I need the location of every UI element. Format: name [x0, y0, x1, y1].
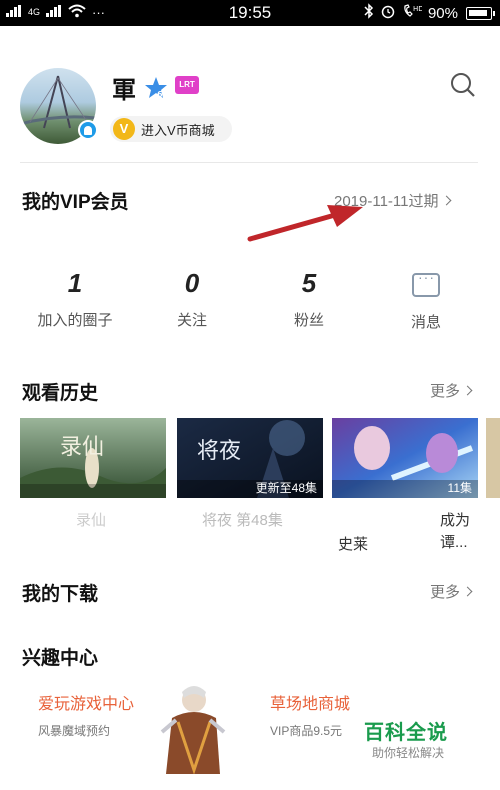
interest-item-game-center[interactable]: 爱玩游戏中心 风暴魔域预约: [38, 690, 134, 739]
divider: [20, 162, 478, 163]
history-list: 录仙 将夜 更新至48集 11集 录仙 将夜 第48集 史莱 成为 谭...: [20, 418, 500, 558]
stat-fans[interactable]: 5 粉丝: [264, 268, 354, 330]
stat-value: 5: [301, 268, 317, 298]
interest-item-subtitle: 风暴魔域预约: [38, 724, 111, 738]
vcoin-store-label: 进入V币商城: [141, 122, 215, 138]
history-item[interactable]: 11集: [332, 418, 478, 498]
chevron-right-icon: [441, 195, 451, 206]
status-bar: 4G ··· 19:55 HD 90%: [0, 0, 500, 26]
episode-label: 11集: [447, 481, 472, 495]
history-item[interactable]: [486, 418, 500, 498]
stat-label: 关注: [176, 312, 207, 329]
interest-item-mall[interactable]: 草场地商城 VIP商品9.5元: [270, 690, 350, 739]
game-hero-image[interactable]: [158, 682, 228, 774]
level-badge[interactable]: LRT: [175, 76, 199, 94]
chevron-right-icon: [462, 385, 473, 396]
hd-call-icon: HD: [402, 3, 424, 23]
search-icon[interactable]: [450, 72, 476, 98]
watermark-logo: 百科全说 助你轻松解决: [354, 700, 466, 762]
username[interactable]: 軍: [112, 70, 136, 105]
vip-title: 我的VIP会员: [22, 192, 129, 213]
downloads-title: 我的下载: [22, 584, 99, 605]
history-item[interactable]: 将夜 更新至48集: [177, 418, 323, 498]
stat-following[interactable]: 0 关注: [147, 268, 237, 330]
watermark-title: 百科全说: [364, 722, 448, 744]
svg-text:HD: HD: [413, 5, 422, 13]
svg-text:将夜: 将夜: [197, 439, 241, 464]
svg-text:录仙: 录仙: [60, 435, 104, 460]
stat-label: 加入的圈子: [37, 312, 113, 329]
history-more-link[interactable]: 更多: [430, 380, 473, 401]
vcoin-icon: V: [113, 118, 135, 140]
battery-percent: 90%: [427, 4, 458, 22]
history-item-title: 史莱: [338, 536, 369, 553]
star-level-icon[interactable]: 6: [144, 76, 168, 100]
annotation-arrow: [247, 205, 363, 242]
watermark-subtitle: 助你轻松解决: [372, 746, 445, 760]
history-item-title: 将夜 第48集: [202, 512, 283, 529]
battery-icon: [466, 6, 495, 20]
notification-bell-icon[interactable]: [78, 120, 98, 140]
stat-circles[interactable]: 1 加入的圈子: [30, 268, 120, 330]
stat-value: 1: [67, 268, 83, 298]
downloads-more-link[interactable]: 更多: [430, 581, 473, 602]
history-title: 观看历史: [22, 383, 99, 404]
stat-value: 0: [184, 268, 200, 298]
interest-item-subtitle: VIP商品9.5元: [270, 724, 343, 738]
interest-item-title: 草场地商城: [270, 696, 351, 713]
more-label: 更多: [430, 584, 461, 601]
svg-text:6: 6: [157, 90, 163, 99]
history-item-title: 成为 谭...: [440, 512, 471, 551]
history-item-title: 录仙: [76, 512, 107, 529]
interest-item-title: 爱玩游戏中心: [38, 696, 135, 713]
alarm-icon: [380, 3, 396, 23]
vcoin-store-button[interactable]: V 进入V币商城: [110, 116, 232, 142]
episode-label: 更新至48集: [255, 481, 317, 495]
stat-label: 粉丝: [293, 312, 324, 329]
more-label: 更多: [430, 383, 461, 400]
chevron-right-icon: [462, 586, 473, 597]
message-icon: [412, 269, 440, 297]
history-item[interactable]: 录仙: [20, 418, 166, 498]
stat-messages[interactable]: 消息: [381, 268, 471, 332]
bluetooth-icon: [364, 3, 374, 23]
stat-label: 消息: [410, 314, 441, 331]
interest-title: 兴趣中心: [22, 648, 99, 669]
